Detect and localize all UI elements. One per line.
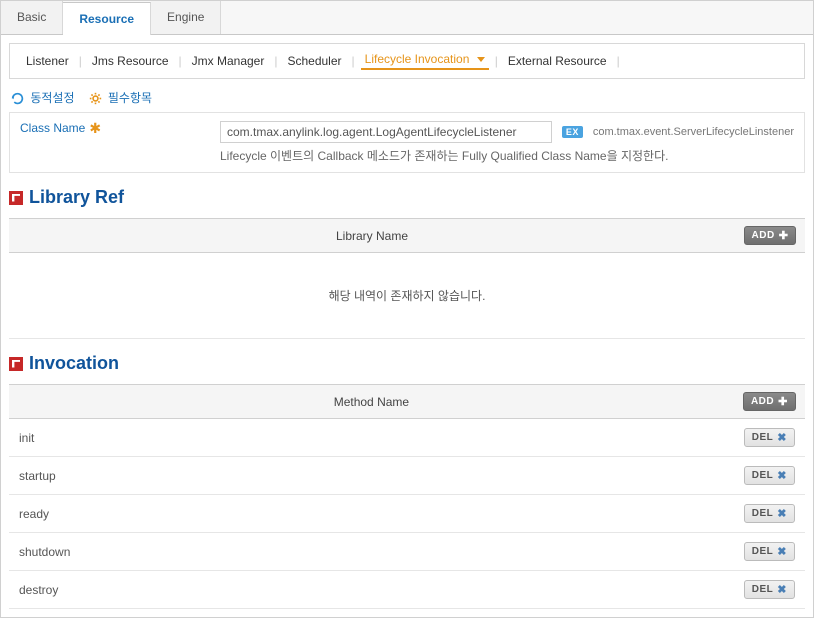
delete-button[interactable]: DEL✖ <box>744 466 795 485</box>
delete-button[interactable]: DEL✖ <box>744 580 795 599</box>
delete-icon: ✖ <box>777 469 787 482</box>
refresh-icon <box>11 92 24 105</box>
tab-resource[interactable]: Resource <box>63 2 151 35</box>
legend-required-label: 필수항목 <box>108 91 152 105</box>
method-name-cell[interactable]: startup <box>9 457 734 495</box>
table-row: init DEL✖ <box>9 419 805 457</box>
subnav-lifecycle-label: Lifecycle Invocation <box>365 52 470 66</box>
plus-icon: ✚ <box>778 395 788 408</box>
plus-icon: ✚ <box>779 229 789 242</box>
legend-required: 필수항목 <box>89 89 153 106</box>
subnav-jmx-manager[interactable]: Jmx Manager <box>188 54 269 68</box>
subnav-listener[interactable]: Listener <box>22 54 73 68</box>
library-table: Library Name ADD ✚ 해당 내역이 존재하지 않습니다. <box>9 218 805 339</box>
subnav-scheduler[interactable]: Scheduler <box>283 54 345 68</box>
sub-nav: Listener| Jms Resource| Jmx Manager| Sch… <box>9 43 805 79</box>
delete-icon: ✖ <box>777 583 787 596</box>
legend-dynamic-label: 동적설정 <box>30 91 74 105</box>
delete-button[interactable]: DEL✖ <box>744 542 795 561</box>
dropdown-icon <box>477 57 485 62</box>
delete-button[interactable]: DEL✖ <box>744 428 795 447</box>
invocation-section: Invocation <box>9 353 805 380</box>
gear-icon <box>89 92 102 105</box>
subnav-lifecycle-invocation[interactable]: Lifecycle Invocation <box>361 52 489 70</box>
delete-button[interactable]: DEL✖ <box>744 504 795 523</box>
library-add-button[interactable]: ADD ✚ <box>744 226 797 245</box>
app-container: Basic Resource Engine Listener| Jms Reso… <box>0 0 814 618</box>
example-text: com.tmax.event.ServerLifecycleLinstener <box>593 126 794 138</box>
delete-icon: ✖ <box>777 507 787 520</box>
library-ref-section: Library Ref <box>9 187 805 214</box>
class-name-desc: Lifecycle 이벤트의 Callback 메소드가 존재하는 Fully … <box>220 147 794 164</box>
class-name-field: Class Name ✱ EX com.tmax.event.ServerLif… <box>9 112 805 173</box>
legend-row: 동적설정 필수항목 <box>1 85 813 112</box>
main-tabs: Basic Resource Engine <box>1 1 813 35</box>
invocation-title: Invocation <box>29 353 119 374</box>
class-name-input[interactable] <box>220 121 552 143</box>
method-name-header: Method Name <box>9 385 734 419</box>
library-name-header: Library Name <box>9 219 735 253</box>
section-icon <box>9 357 23 371</box>
tab-engine[interactable]: Engine <box>151 1 221 34</box>
required-icon: ✱ <box>89 123 101 133</box>
invocation-add-button[interactable]: ADD ✚ <box>743 392 796 411</box>
method-name-cell[interactable]: init <box>9 419 734 457</box>
legend-dynamic: 동적설정 <box>11 89 75 106</box>
delete-icon: ✖ <box>777 431 787 444</box>
tab-basic[interactable]: Basic <box>1 1 63 34</box>
table-row: destroy DEL✖ <box>9 571 805 609</box>
subnav-jms-resource[interactable]: Jms Resource <box>88 54 173 68</box>
method-name-cell[interactable]: destroy <box>9 571 734 609</box>
subnav-external-resource[interactable]: External Resource <box>504 54 611 68</box>
table-row: startup DEL✖ <box>9 457 805 495</box>
library-empty-message: 해당 내역이 존재하지 않습니다. <box>9 253 805 339</box>
class-name-label: Class Name ✱ <box>20 121 210 135</box>
library-ref-title: Library Ref <box>29 187 124 208</box>
table-row: shutdown DEL✖ <box>9 533 805 571</box>
section-icon <box>9 191 23 205</box>
example-badge: EX <box>562 126 583 138</box>
table-row: ready DEL✖ <box>9 495 805 533</box>
delete-icon: ✖ <box>777 545 787 558</box>
method-name-cell[interactable]: shutdown <box>9 533 734 571</box>
invocation-table: Method Name ADD ✚ initDEL✖startupDEL✖rea… <box>9 384 805 609</box>
method-name-cell[interactable]: ready <box>9 495 734 533</box>
